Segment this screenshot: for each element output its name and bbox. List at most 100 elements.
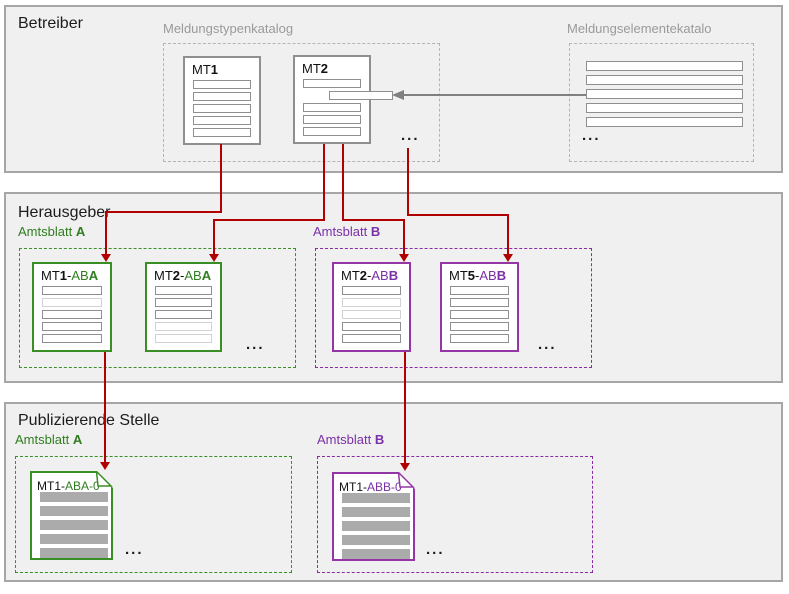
page-fold-icon xyxy=(398,472,415,489)
doc-title-text: MT xyxy=(154,268,173,283)
doc-line xyxy=(450,298,509,307)
doc-lines xyxy=(34,284,110,343)
ellipsis-amtsblatt-b-mid: ... xyxy=(538,336,557,353)
red-arrowhead-down-icon xyxy=(101,254,111,262)
band-betreiber-title: Betreiber xyxy=(18,15,83,33)
gray-arrow-line xyxy=(404,94,586,96)
doc-title-letter: B xyxy=(389,268,398,283)
doc-line xyxy=(42,310,102,319)
red-arrowhead-down-icon xyxy=(399,254,409,262)
doc-mt1-abb-0: MT1-ABB-0 xyxy=(332,472,415,561)
doc-line xyxy=(193,80,251,89)
band-herausgeber-title: Herausgeber xyxy=(18,204,111,222)
doc-title-letter: A xyxy=(89,268,98,283)
doc-line xyxy=(42,334,102,343)
doc-mt2-abb: MT2-ABB xyxy=(332,262,411,352)
doc-line xyxy=(450,334,509,343)
doc-line xyxy=(193,92,251,101)
doc-mt1-lines xyxy=(185,78,259,137)
doc-mt1: MT1 xyxy=(183,56,261,145)
doc-line xyxy=(193,116,251,125)
doc-mt2-aba-title: MT2-ABA xyxy=(147,264,220,284)
doc-line xyxy=(42,286,102,295)
doc-line xyxy=(450,310,509,319)
arrow-mt2-to-aba-seg xyxy=(323,144,325,221)
doc-mt5-abb-title: MT5-ABB xyxy=(442,264,517,284)
doc-title-num: 2 xyxy=(360,268,367,283)
doc-line xyxy=(42,322,102,331)
doc-line xyxy=(342,535,410,545)
doc-line xyxy=(40,506,108,516)
amtsblatt-text: Amtsblatt xyxy=(18,224,72,239)
band-publizierende-title: Publizierende Stelle xyxy=(18,412,159,430)
arrow-mt2-to-abb-seg xyxy=(342,144,344,221)
amtsblatt-letter: A xyxy=(73,432,82,447)
doc-line xyxy=(155,322,212,331)
doc-line xyxy=(193,128,251,137)
ellipsis-meldungstypen: ... xyxy=(401,127,420,144)
doc-line xyxy=(342,322,401,331)
doc-line xyxy=(342,549,410,559)
ellipsis-amtsblatt-a-bottom: ... xyxy=(125,541,144,558)
doc-line xyxy=(155,310,212,319)
doc-line xyxy=(40,492,108,502)
doc-title-letter: A xyxy=(202,268,211,283)
doc-title-suffix: ABB-0 xyxy=(367,480,402,494)
amtsblatt-text: Amtsblatt xyxy=(15,432,69,447)
doc-line xyxy=(342,507,410,517)
doc-mt1-aba: MT1-ABA xyxy=(32,262,112,352)
doc-line xyxy=(40,520,108,530)
amtsblatt-letter: B xyxy=(375,432,384,447)
arrow-mt2-to-abb-seg xyxy=(403,219,405,254)
amtsblatt-letter: B xyxy=(371,224,380,239)
doc-mt1-aba-0: MT1-ABA-0 xyxy=(30,471,113,560)
doc-lines xyxy=(147,284,220,343)
arrow-mt2-to-aba-seg xyxy=(213,219,325,221)
arrow-mt1-to-aba-seg xyxy=(105,211,107,254)
arrow-abb-to-published-seg xyxy=(404,352,406,463)
doc-line xyxy=(303,127,361,136)
doc-lines xyxy=(334,491,413,559)
doc-mt2-title: MT2 xyxy=(295,57,369,77)
arrow-aba-to-published-seg xyxy=(104,352,106,462)
doc-line xyxy=(342,298,401,307)
doc-line xyxy=(40,534,108,544)
doc-line xyxy=(193,104,251,113)
doc-line xyxy=(303,103,361,112)
doc-line xyxy=(342,310,401,319)
diagram-canvas: Betreiber Meldungstypenkatalog Meldungse… xyxy=(0,0,789,594)
doc-line xyxy=(450,286,509,295)
red-arrowhead-down-icon xyxy=(209,254,219,262)
element-line xyxy=(586,89,743,99)
doc-line xyxy=(155,286,212,295)
doc-title-num: 1 xyxy=(60,268,67,283)
amtsblatt-text: Amtsblatt xyxy=(317,432,371,447)
doc-title-ab: AB xyxy=(371,268,388,283)
doc-line xyxy=(40,548,108,558)
amtsblatt-b-label-mid: Amtsblatt B xyxy=(313,224,380,239)
doc-title-num: 5 xyxy=(468,268,475,283)
ellipsis-amtsblatt-b-bottom: ... xyxy=(426,541,445,558)
doc-title-ab: AB xyxy=(479,268,496,283)
doc-line xyxy=(342,493,410,503)
gray-arrowhead-left-icon xyxy=(392,90,404,100)
doc-title-text: MT xyxy=(449,268,468,283)
doc-line xyxy=(342,334,401,343)
doc-title-text: MT xyxy=(192,62,211,77)
doc-mt1-title: MT1 xyxy=(185,58,259,78)
doc-title-num: 2 xyxy=(321,61,328,76)
arrow-more-to-mt5abb-seg xyxy=(407,214,509,216)
doc-line xyxy=(155,298,212,307)
arrow-more-to-mt5abb-seg xyxy=(407,148,409,216)
doc-title-text: MT1- xyxy=(339,480,367,494)
doc-title-num: 2 xyxy=(173,268,180,283)
amtsblatt-a-label-mid: Amtsblatt A xyxy=(18,224,85,239)
doc-line xyxy=(450,322,509,331)
page-fold-icon xyxy=(96,471,113,488)
doc-line xyxy=(342,521,410,531)
doc-title-text: MT xyxy=(41,268,60,283)
doc-mt2: MT2 xyxy=(293,55,371,144)
doc-line-extended xyxy=(329,91,393,100)
arrow-mt1-to-aba-seg xyxy=(220,144,222,212)
doc-title-suffix: ABA-0 xyxy=(65,479,100,493)
